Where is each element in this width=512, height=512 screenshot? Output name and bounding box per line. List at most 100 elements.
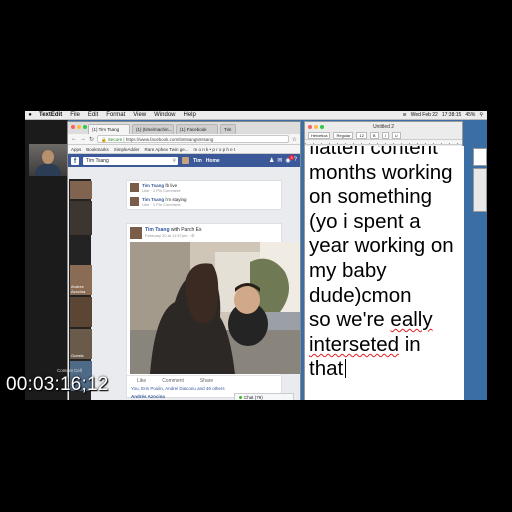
bookmark-simpleadder[interactable]: SimpleAdder [114, 145, 140, 153]
photo-thumb[interactable] [70, 181, 92, 199]
news-feed: Tim Tsang fb live Like · 1 Pin Comment T… [126, 180, 300, 400]
textedit-titlebar: Untitled 2 [305, 122, 462, 131]
photo-thumb[interactable]: Guests [70, 329, 92, 359]
tab-facebook[interactable]: (1) Facebook [176, 124, 218, 134]
menu-view[interactable]: View [129, 111, 150, 120]
font-size-select[interactable]: 12 [356, 132, 367, 139]
tab-tim-tsang[interactable]: (1) Tim Tsang [88, 124, 130, 134]
avatar[interactable] [130, 183, 139, 192]
messages-icon[interactable]: ✉ [277, 157, 282, 164]
ruler[interactable] [305, 139, 462, 145]
post-photo[interactable] [130, 242, 300, 374]
bookmark-aphex[interactable]: Rare Aphex Twin ge... [145, 145, 189, 153]
bookmark-apps[interactable]: Apps [71, 145, 81, 153]
text-editor-area[interactable]: flatten content months working on someth… [305, 146, 464, 400]
photos-column: Andres Azocina Guests [69, 179, 92, 400]
nav-user-name[interactable]: Tim [193, 158, 202, 164]
chat-bar[interactable]: Chat (79) [234, 393, 294, 400]
avatar[interactable] [182, 157, 189, 164]
comment: Tim Tsang i'm staying Like · 1 Pin Comme… [127, 195, 281, 209]
text-line: my baby [309, 258, 387, 282]
status-date[interactable]: Wed Feb 22 [411, 111, 438, 120]
bookmarks-bar: Apps Bookmarks SimpleAdder Rare Aphex Tw… [68, 145, 300, 154]
photo-thumb[interactable] [70, 201, 92, 235]
underline-button[interactable]: U [391, 132, 401, 139]
desktop-screen: ● TextEdit File Edit Format View Window … [25, 111, 487, 400]
menu-format[interactable]: Format [102, 111, 129, 120]
font-family-select[interactable]: Helvetica [308, 132, 331, 139]
url-field[interactable]: 🔒 Secure | https://www.facebook.com/timt… [97, 135, 289, 143]
text-line-spell: interseted in [309, 332, 421, 356]
menu-file[interactable]: File [66, 111, 84, 120]
bookmark-monk[interactable]: m o n k • p r o p h e t [194, 145, 236, 153]
comment-button[interactable]: Comment [162, 376, 184, 385]
mac-menubar: ● TextEdit File Edit Format View Window … [25, 111, 487, 120]
document-text[interactable]: flatten content months working on someth… [309, 146, 464, 382]
font-style-select[interactable]: Regular [333, 132, 354, 139]
chrome-window: (1) Tim Tsang (1) (time/machin... (1) Fa… [67, 121, 301, 400]
webcam-feed [29, 144, 67, 176]
bookmark-bookmarks[interactable]: Bookmarks [86, 145, 109, 153]
help-icon[interactable]: ? [294, 157, 297, 164]
text-line: dude)cmon [309, 283, 412, 307]
webcam-person-body [35, 164, 61, 176]
comment: Tim Tsang fb live Like · 1 Pin Comment [127, 181, 281, 195]
forward-icon[interactable]: → [80, 136, 86, 142]
tab-timemachine[interactable]: (1) (time/machin... [132, 124, 174, 134]
nav-home[interactable]: Home [206, 158, 220, 164]
notifications-icon[interactable]: ◉ 3 [285, 155, 294, 164]
textedit-window: Untitled 2 Helvetica Regular 12 B I U fl… [304, 121, 464, 400]
reactions-summary[interactable]: You, Erin Poulin, Andrei Diaconu and 49 … [131, 386, 225, 391]
video-timecode: 00:03:16;12 [6, 374, 109, 395]
menu-app-name[interactable]: TextEdit [35, 111, 66, 120]
battery-percent[interactable]: 45% [465, 111, 475, 120]
status-time[interactable]: 17:38:15 [442, 111, 461, 120]
video-sidebar [25, 120, 68, 400]
photo-thumb[interactable]: Andres Azocina [70, 265, 92, 295]
close-window-icon[interactable] [71, 125, 75, 129]
avatar[interactable] [130, 197, 139, 206]
like-button[interactable]: Like [137, 376, 146, 385]
misspelled-word[interactable]: eally [390, 308, 432, 331]
menu-window[interactable]: Window [150, 111, 179, 120]
lock-icon: 🔒 [101, 137, 107, 142]
share-button[interactable]: Share [200, 376, 213, 385]
post-actions: Like Comment Share [127, 375, 283, 385]
search-icon[interactable]: ⚲ [172, 157, 176, 165]
text-line: on something [309, 185, 433, 209]
tab-tim[interactable]: Tim [220, 124, 236, 134]
comment-actions[interactable]: Like · 1 Pin Comment [142, 188, 180, 193]
window-controls [71, 125, 87, 129]
post-timestamp[interactable]: February 20 at 11:57pm · ⚙ [145, 233, 202, 238]
facebook-logo-icon[interactable]: f [71, 156, 79, 165]
comment-actions[interactable]: Like · 1 Pin Comment [142, 202, 186, 207]
address-bar-row: ← → ↻ 🔒 Secure | https://www.facebook.co… [68, 134, 300, 145]
menu-edit[interactable]: Edit [84, 111, 102, 120]
misspelled-word[interactable]: interseted [309, 333, 399, 356]
desktop-document-icon[interactable] [473, 168, 487, 212]
text-line: (yo i spent a [309, 209, 421, 233]
zoom-window-icon[interactable] [83, 125, 87, 129]
apple-icon[interactable]: ● [25, 111, 35, 120]
menu-help[interactable]: Help [180, 111, 200, 120]
facebook-post: Tim Tsang with Parch Es February 20 at 1… [126, 223, 300, 399]
photo-thumb[interactable] [70, 297, 92, 327]
facebook-search-input[interactable]: Tim Tsang ⚲ [83, 156, 178, 165]
text-line-last: that [309, 357, 464, 382]
desktop-document-icon[interactable] [473, 148, 487, 166]
webcam-person-head [42, 150, 54, 164]
back-icon[interactable]: ← [71, 136, 77, 142]
search-icon[interactable]: ⚲ [479, 111, 483, 120]
friends-icon[interactable]: ♟ [269, 157, 274, 164]
avatar[interactable] [130, 227, 142, 239]
text-line: year working on [309, 234, 454, 258]
comment-author[interactable]: Andrés Azocina [131, 394, 165, 399]
italic-button[interactable]: I [381, 132, 389, 139]
format-toolbar: Helvetica Regular 12 B I U [305, 131, 462, 139]
wifi-icon[interactable]: ≋ [402, 111, 406, 120]
minimize-window-icon[interactable] [77, 125, 81, 129]
reload-icon[interactable]: ↻ [89, 136, 94, 143]
content-cell-label: Content Cell [57, 368, 82, 373]
bold-button[interactable]: B [369, 132, 379, 139]
star-icon[interactable]: ☆ [292, 136, 297, 143]
